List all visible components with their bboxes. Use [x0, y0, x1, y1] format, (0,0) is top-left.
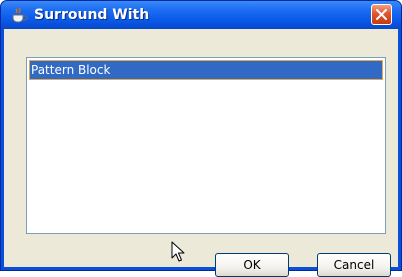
- surround-template-list[interactable]: Pattern Block: [26, 57, 386, 234]
- window-title: Surround With: [34, 7, 150, 23]
- ok-button[interactable]: OK: [215, 253, 289, 277]
- cancel-button[interactable]: Cancel: [317, 253, 391, 277]
- close-button[interactable]: [371, 4, 392, 25]
- mouse-pointer-icon: [171, 241, 185, 267]
- title-bar[interactable]: Surround With: [1, 1, 401, 29]
- dialog-window: Surround With Pattern Block OK Cancel: [0, 0, 402, 277]
- java-cup-icon: [10, 7, 28, 23]
- dialog-body: Pattern Block OK Cancel: [4, 29, 398, 277]
- close-x-icon: [376, 9, 387, 20]
- list-item-pattern-block[interactable]: Pattern Block: [29, 60, 383, 80]
